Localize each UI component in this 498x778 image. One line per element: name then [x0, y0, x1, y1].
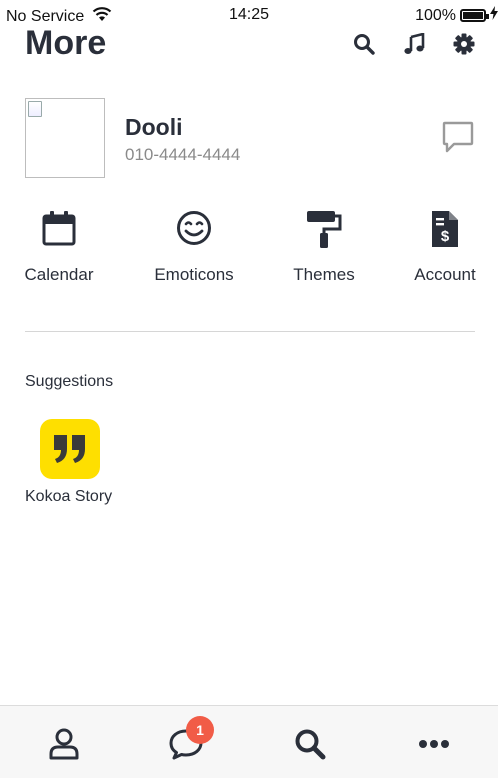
gear-icon[interactable]	[452, 32, 476, 56]
suggestion-label: Kokoa Story	[25, 488, 113, 505]
profile-phone: 010-4444-4444	[125, 145, 241, 164]
avatar[interactable]	[25, 98, 105, 178]
charging-icon	[490, 6, 498, 25]
quick-item-label: Themes	[293, 265, 355, 284]
chat-unread-badge: 1	[186, 716, 214, 744]
person-icon	[49, 728, 79, 760]
calendar-icon	[4, 210, 114, 254]
quick-menu: Calendar Emoticons Themes $ Account	[0, 210, 498, 290]
search-icon[interactable]	[352, 32, 376, 56]
search-icon	[295, 729, 326, 760]
quick-item-emoticons[interactable]: Emoticons	[139, 210, 249, 285]
quote-icon	[54, 435, 85, 463]
battery-percent: 100%	[415, 6, 456, 24]
suggestion-kokoa-story[interactable]: Kokoa Story	[25, 419, 125, 506]
quick-item-label: Account	[414, 265, 476, 284]
bottom-nav	[0, 705, 498, 778]
quick-item-account[interactable]: $ Account	[390, 210, 498, 285]
more-dots-icon	[419, 740, 449, 748]
music-icon[interactable]	[402, 32, 426, 56]
nav-friends[interactable]	[44, 724, 84, 764]
page-title: More	[25, 24, 107, 62]
broken-image-icon	[28, 101, 42, 117]
nav-search[interactable]	[290, 724, 330, 764]
quick-item-calendar[interactable]: Calendar	[4, 210, 114, 285]
nav-more[interactable]	[414, 724, 454, 764]
quick-item-themes[interactable]: Themes	[269, 210, 379, 285]
profile-card[interactable]: Dooli 010-4444-4444	[25, 98, 475, 178]
header: More	[0, 24, 498, 68]
divider	[25, 331, 475, 332]
invoice-dollar-icon: $	[390, 210, 498, 254]
profile-name: Dooli	[125, 114, 183, 140]
chat-bubble-outline-icon[interactable]	[441, 120, 475, 154]
smile-icon	[139, 210, 249, 254]
quick-item-label: Emoticons	[154, 265, 234, 284]
battery-icon	[460, 9, 489, 22]
header-actions	[352, 32, 476, 56]
kokoa-story-app-icon	[40, 419, 100, 479]
quick-item-label: Calendar	[24, 265, 94, 284]
suggestions-title: Suggestions	[25, 373, 114, 390]
status-right: 100%	[415, 6, 498, 25]
svg-text:$: $	[441, 228, 450, 245]
paint-roller-icon	[269, 210, 379, 254]
